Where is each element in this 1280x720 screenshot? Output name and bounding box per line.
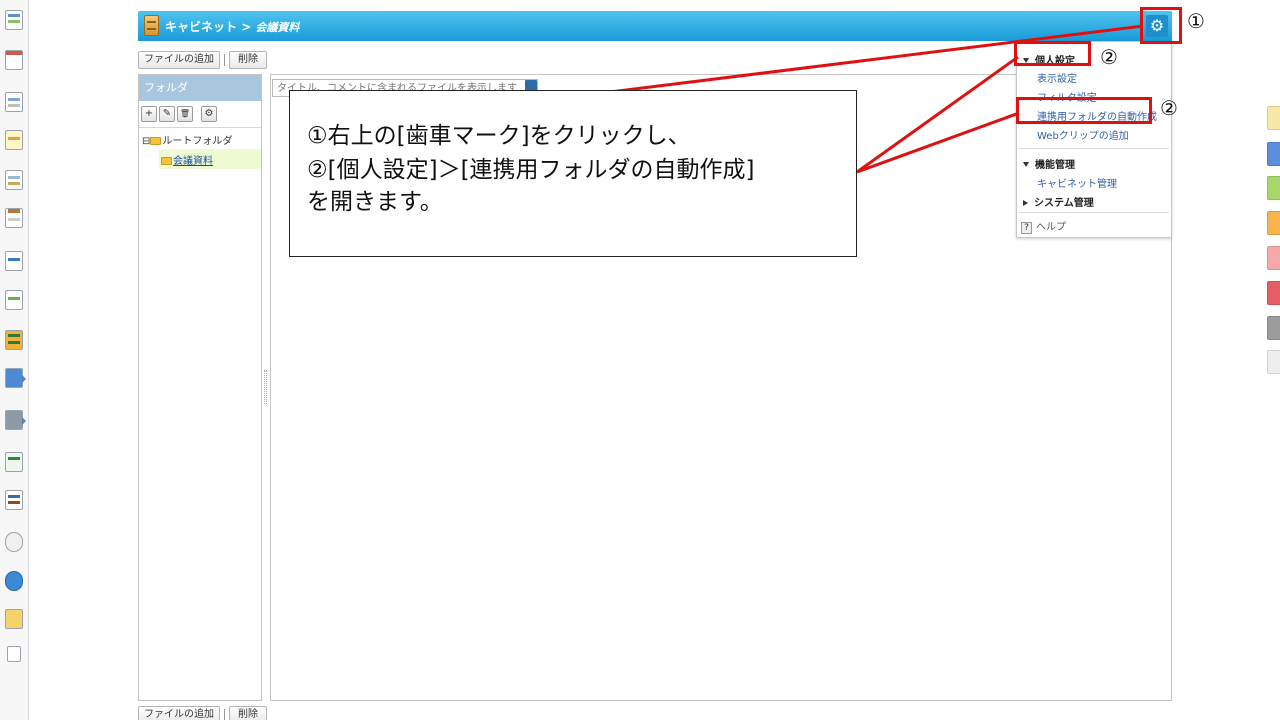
step-marker-2a: ② [1100, 45, 1118, 69]
step-marker-1: ① [1187, 9, 1205, 33]
screen: キャビネット > 会議資料 ⚙ ファイルの追加 削除 フォルダ + ✎ 🗑 ⚙ … [0, 0, 1280, 720]
auto-create-highlight [1016, 97, 1152, 124]
gear-highlight [1140, 7, 1182, 44]
callout-connector-personal [856, 55, 1019, 174]
callout-line-3: を開きます。 [307, 189, 443, 215]
callout-connector-auto-create [856, 111, 1020, 174]
callout-line-1: ①右上の[歯車マーク]をクリックし、 [307, 123, 691, 149]
personal-settings-highlight [1014, 41, 1091, 66]
instruction-callout: ①右上の[歯車マーク]をクリックし、 ②[個人設定]＞[連携用フォルダの自動作成… [289, 90, 857, 257]
callout-line-2: ②[個人設定]＞[連携用フォルダの自動作成] [307, 157, 755, 183]
step-marker-2b: ② [1160, 96, 1178, 120]
